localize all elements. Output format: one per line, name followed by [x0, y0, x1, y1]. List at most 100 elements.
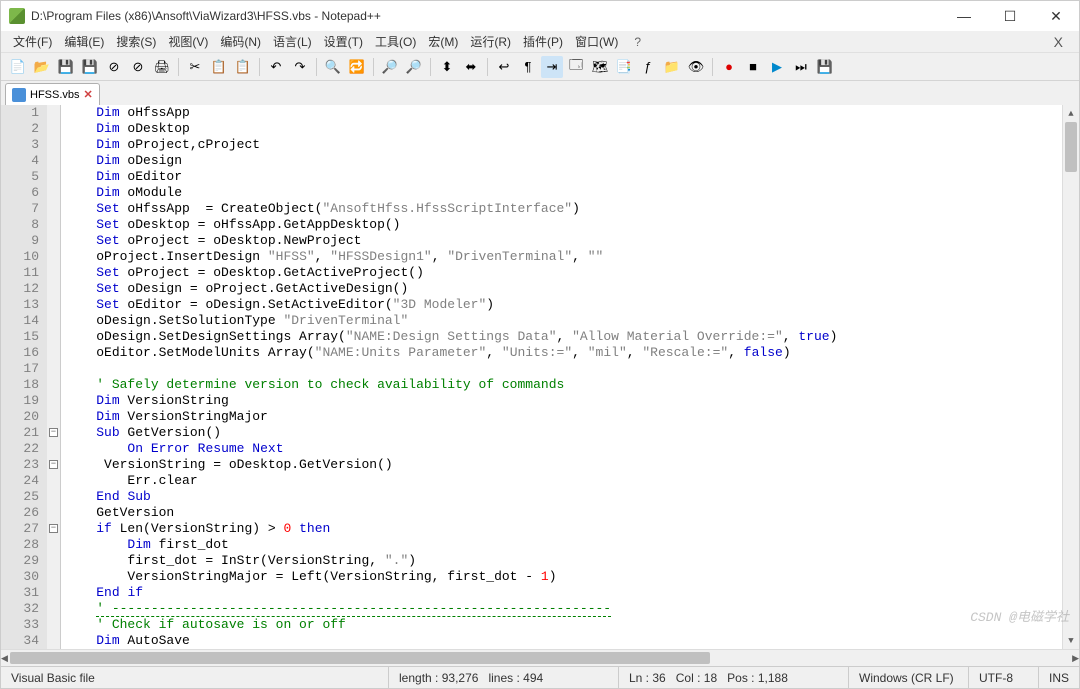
- replace-icon[interactable]: 🔁: [346, 56, 368, 78]
- wordwrap-icon[interactable]: ↩: [493, 56, 515, 78]
- code-area[interactable]: Dim oHfssApp Dim oDesktop Dim oProject,c…: [61, 105, 1062, 649]
- scrollbar-horizontal[interactable]: ◀ ▶: [1, 649, 1079, 666]
- menu-run[interactable]: 运行(R): [464, 31, 517, 52]
- code-line[interactable]: Set oEditor = oDesign.SetActiveEditor("3…: [65, 297, 1062, 313]
- code-line[interactable]: first_dot = InStr(VersionString, "."): [65, 553, 1062, 569]
- record-icon[interactable]: ●: [718, 56, 740, 78]
- code-line[interactable]: Dim oEditor: [65, 169, 1062, 185]
- menu-view[interactable]: 视图(V): [162, 31, 214, 52]
- code-line[interactable]: Dim oDesign: [65, 153, 1062, 169]
- code-line[interactable]: oProject.InsertDesign "HFSS", "HFSSDesig…: [65, 249, 1062, 265]
- monitor-icon[interactable]: 👁: [685, 56, 707, 78]
- scroll-up-icon[interactable]: ▲: [1063, 105, 1079, 122]
- fold-toggle-icon[interactable]: −: [49, 460, 58, 469]
- open-file-icon[interactable]: 📂: [31, 56, 53, 78]
- scroll-left-icon[interactable]: ◀: [1, 650, 8, 667]
- fold-toggle-icon[interactable]: −: [49, 524, 58, 533]
- folder-icon[interactable]: 📁: [661, 56, 683, 78]
- code-line[interactable]: ' Check if autosave is on or off: [65, 617, 1062, 633]
- sync-v-icon[interactable]: ⬍: [436, 56, 458, 78]
- menu-help[interactable]: ?: [628, 33, 647, 51]
- menu-macro[interactable]: 宏(M): [422, 31, 464, 52]
- code-line[interactable]: [65, 361, 1062, 377]
- lang-icon[interactable]: 🗔: [565, 56, 587, 78]
- code-line[interactable]: VersionString = oDesktop.GetVersion(): [65, 457, 1062, 473]
- code-line[interactable]: Dim VersionStringMajor: [65, 409, 1062, 425]
- menu-window[interactable]: 窗口(W): [569, 31, 624, 52]
- code-line[interactable]: ' Safely determine version to check avai…: [65, 377, 1062, 393]
- code-line[interactable]: Set oDesktop = oHfssApp.GetAppDesktop(): [65, 217, 1062, 233]
- status-encoding[interactable]: UTF-8: [969, 667, 1039, 688]
- code-line[interactable]: Dim oDesktop: [65, 121, 1062, 137]
- close-all-icon[interactable]: ⊘: [127, 56, 149, 78]
- scroll-thumb-h[interactable]: [10, 652, 710, 664]
- save-macro-icon[interactable]: 💾: [814, 56, 836, 78]
- code-line[interactable]: VersionStringMajor = Left(VersionString,…: [65, 569, 1062, 585]
- stop-icon[interactable]: ■: [742, 56, 764, 78]
- code-line[interactable]: Dim VersionString: [65, 393, 1062, 409]
- fold-toggle-icon[interactable]: −: [49, 428, 58, 437]
- zoom-in-icon[interactable]: 🔎: [379, 56, 401, 78]
- code-line[interactable]: Dim AutoSave: [65, 633, 1062, 649]
- fold-column[interactable]: − − −: [47, 105, 61, 649]
- code-line[interactable]: oDesign.SetSolutionType "DrivenTerminal": [65, 313, 1062, 329]
- code-line[interactable]: Err.clear: [65, 473, 1062, 489]
- minimize-button[interactable]: —: [941, 1, 987, 31]
- indent-guide-icon[interactable]: ⇥: [541, 56, 563, 78]
- code-line[interactable]: oDesign.SetDesignSettings Array("NAME:De…: [65, 329, 1062, 345]
- doc-map-icon[interactable]: 🗺: [589, 56, 611, 78]
- doc-list-icon[interactable]: 📑: [613, 56, 635, 78]
- menu-edit[interactable]: 编辑(E): [58, 31, 110, 52]
- play-multi-icon[interactable]: ⏭: [790, 56, 812, 78]
- status-ins[interactable]: INS: [1039, 667, 1079, 688]
- menu-language[interactable]: 语言(L): [267, 31, 318, 52]
- save-all-icon[interactable]: 💾: [79, 56, 101, 78]
- menu-encoding[interactable]: 编码(N): [214, 31, 267, 52]
- menu-plugins[interactable]: 插件(P): [517, 31, 569, 52]
- save-icon[interactable]: 💾: [55, 56, 77, 78]
- code-line[interactable]: End Sub: [65, 489, 1062, 505]
- menu-settings[interactable]: 设置(T): [318, 31, 369, 52]
- menu-tools[interactable]: 工具(O): [369, 31, 422, 52]
- find-icon[interactable]: 🔍: [322, 56, 344, 78]
- tab-close-icon[interactable]: ✕: [84, 88, 93, 101]
- code-line[interactable]: Set oProject = oDesktop.GetActiveProject…: [65, 265, 1062, 281]
- paste-icon[interactable]: 📋: [232, 56, 254, 78]
- scroll-right-icon[interactable]: ▶: [1072, 650, 1079, 667]
- zoom-out-icon[interactable]: 🔎: [403, 56, 425, 78]
- status-eol[interactable]: Windows (CR LF): [849, 667, 969, 688]
- code-line[interactable]: Dim oProject,cProject: [65, 137, 1062, 153]
- menu-search[interactable]: 搜索(S): [110, 31, 162, 52]
- editor[interactable]: 1234567891011121314151617181920212223242…: [1, 105, 1079, 649]
- copy-icon[interactable]: 📋: [208, 56, 230, 78]
- scrollbar-vertical[interactable]: ▲ ▼: [1062, 105, 1079, 649]
- code-line[interactable]: Dim first_dot: [65, 537, 1062, 553]
- code-line[interactable]: Set oProject = oDesktop.NewProject: [65, 233, 1062, 249]
- code-line[interactable]: ' --------------------------------------…: [65, 601, 1062, 617]
- code-line[interactable]: oEditor.SetModelUnits Array("NAME:Units …: [65, 345, 1062, 361]
- func-list-icon[interactable]: ƒ: [637, 56, 659, 78]
- scroll-down-icon[interactable]: ▼: [1063, 632, 1079, 649]
- print-icon[interactable]: 🖨: [151, 56, 173, 78]
- code-line[interactable]: On Error Resume Next: [65, 441, 1062, 457]
- redo-icon[interactable]: ↷: [289, 56, 311, 78]
- new-file-icon[interactable]: 📄: [7, 56, 29, 78]
- code-line[interactable]: GetVersion: [65, 505, 1062, 521]
- close-button[interactable]: ✕: [1033, 1, 1079, 31]
- code-line[interactable]: Dim oHfssApp: [65, 105, 1062, 121]
- menu-close-doc[interactable]: X: [1044, 34, 1073, 50]
- cut-icon[interactable]: ✂: [184, 56, 206, 78]
- code-line[interactable]: End if: [65, 585, 1062, 601]
- close-icon[interactable]: ⊘: [103, 56, 125, 78]
- undo-icon[interactable]: ↶: [265, 56, 287, 78]
- code-line[interactable]: Set oDesign = oProject.GetActiveDesign(): [65, 281, 1062, 297]
- sync-h-icon[interactable]: ⬌: [460, 56, 482, 78]
- code-line[interactable]: Set oHfssApp = CreateObject("AnsoftHfss.…: [65, 201, 1062, 217]
- maximize-button[interactable]: ☐: [987, 1, 1033, 31]
- code-line[interactable]: if Len(VersionString) > 0 then: [65, 521, 1062, 537]
- play-icon[interactable]: ▶: [766, 56, 788, 78]
- scroll-thumb-v[interactable]: [1065, 122, 1077, 172]
- code-line[interactable]: Dim oModule: [65, 185, 1062, 201]
- tab-hfss-vbs[interactable]: HFSS.vbs ✕: [5, 83, 100, 105]
- all-chars-icon[interactable]: ¶: [517, 56, 539, 78]
